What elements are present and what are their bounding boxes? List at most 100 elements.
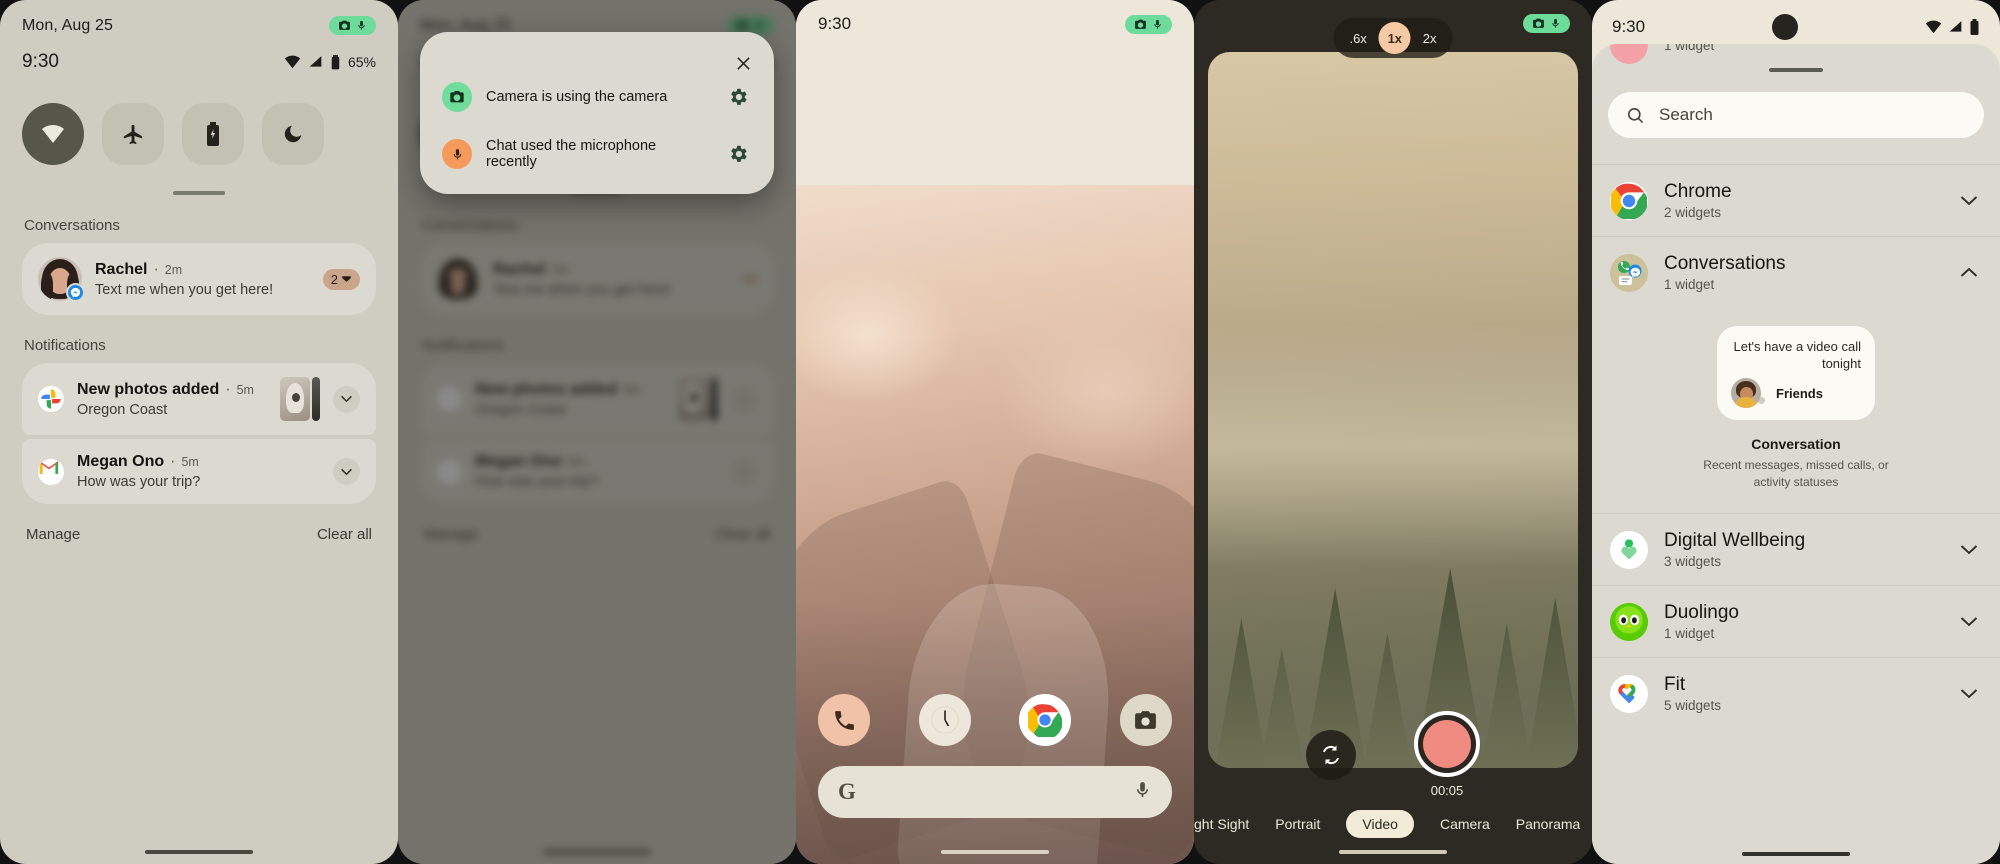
camera-viewfinder[interactable]	[1208, 52, 1578, 768]
camera-icon	[1533, 18, 1544, 28]
conversation-count: 2	[330, 271, 338, 287]
battery-icon	[1970, 19, 1979, 35]
panel-notification-shade: Mon, Aug 25 9:30 65% Conversations Rache…	[0, 0, 398, 864]
mode-camera[interactable]: Camera	[1440, 816, 1490, 832]
flip-camera-button[interactable]	[1306, 729, 1356, 780]
fit-icon	[1610, 674, 1648, 713]
clear-all-button[interactable]: Clear all	[317, 526, 372, 543]
widget-app-name: Chrome	[1664, 181, 1732, 202]
notification-item-megan[interactable]: Megan Ono · 5m How was your trip?	[22, 439, 376, 504]
signal-icon	[309, 56, 322, 67]
dock-item-clock[interactable]	[918, 694, 971, 746]
record-button[interactable]	[1414, 711, 1480, 777]
qs-tile-airplane[interactable]	[102, 103, 164, 165]
navigation-bar[interactable]	[1592, 852, 2000, 856]
zoom-option-06x[interactable]: .6x	[1339, 26, 1376, 51]
microphone-icon[interactable]	[1133, 779, 1152, 806]
navigation-bar[interactable]	[0, 850, 398, 854]
chevron-down-icon	[341, 468, 352, 475]
chevron-down-icon[interactable]	[1956, 188, 1982, 214]
expand-notification-button[interactable]	[333, 385, 360, 413]
chevron-down-icon	[341, 395, 352, 403]
chevron-down-icon[interactable]	[1956, 537, 1982, 563]
close-button[interactable]	[728, 48, 758, 78]
battery-icon	[331, 54, 340, 69]
qs-tile-wifi[interactable]	[22, 103, 84, 165]
manage-button[interactable]: Manage	[26, 526, 80, 543]
google-search-bar[interactable]: G	[818, 766, 1172, 818]
widget-preview-title: Conversation	[1751, 436, 1841, 453]
separator: ·	[153, 260, 159, 278]
widget-preview-description: Recent messages, missed calls, or activi…	[1703, 458, 1889, 490]
widget-app-row-duolingo[interactable]: Duolingo 1 widget	[1592, 585, 2000, 657]
conversation-time: 2m	[164, 262, 183, 277]
navigation-bar[interactable]	[796, 850, 1194, 854]
widget-app-count: 2 widgets	[1664, 205, 1722, 220]
notification-body: Oregon Coast	[77, 401, 168, 418]
partial-top-row[interactable]: 1 widget	[1592, 44, 2000, 78]
search-input[interactable]: Search	[1608, 92, 1984, 138]
conversation-count-pill[interactable]: 2	[322, 268, 360, 290]
wellbeing-icon	[1610, 530, 1648, 569]
privacy-indicator-chip[interactable]	[329, 16, 376, 35]
camera-icon	[442, 82, 472, 112]
sheet-drag-handle[interactable]	[1769, 68, 1823, 72]
status-bar: 9:30	[796, 0, 1194, 34]
shade-drag-handle[interactable]	[173, 191, 225, 195]
dock-item-camera[interactable]	[1119, 694, 1172, 746]
partial-app-count: 1 widget	[1664, 44, 1715, 53]
microphone-icon	[1552, 18, 1559, 28]
privacy-row-camera: Camera is using the camera	[442, 82, 752, 112]
gmail-icon	[38, 458, 64, 485]
separator: ·	[170, 453, 176, 470]
gear-icon[interactable]	[724, 83, 752, 111]
chevron-down-icon[interactable]	[1956, 609, 1982, 635]
privacy-indicator-chip[interactable]	[1523, 14, 1570, 33]
notification-item-photos[interactable]: New photos added · 5m Oregon Coast	[22, 363, 376, 435]
widget-app-name: Duolingo	[1664, 602, 1739, 624]
chrome-icon	[1028, 704, 1063, 737]
widget-app-row-fit[interactable]: Fit 5 widgets	[1592, 657, 2000, 729]
notification-title: New photos added	[77, 380, 220, 398]
zoom-control: .6x 1x 2x	[1333, 18, 1453, 58]
messenger-badge-icon	[66, 283, 85, 302]
dock-item-phone[interactable]	[818, 694, 870, 746]
gear-icon[interactable]	[724, 140, 752, 168]
notification-title: Megan Ono	[77, 453, 165, 470]
chevron-up-icon[interactable]	[1956, 260, 1982, 286]
mode-portrait[interactable]: Portrait	[1275, 816, 1320, 832]
widget-app-row-chrome[interactable]: Chrome 2 widgets	[1592, 164, 2000, 236]
navigation-bar[interactable]	[1194, 850, 1592, 854]
privacy-text: Chat used the microphone recently	[486, 138, 657, 170]
wifi-icon	[42, 124, 64, 143]
mode-night-sight[interactable]: ght Sight	[1194, 816, 1249, 832]
zoom-option-2x[interactable]: 2x	[1413, 26, 1447, 51]
avatar	[38, 257, 85, 302]
conversations-icon	[1610, 253, 1648, 292]
conversation-widget-card[interactable]: Let's have a video call tonight Friends	[1717, 326, 1875, 421]
panel-widget-picker: 9:30 1 widget Search Chrome 2 widgets Co…	[1592, 0, 2000, 864]
zoom-option-1x[interactable]: 1x	[1378, 22, 1411, 54]
chevron-down-icon[interactable]	[1956, 681, 1982, 707]
qs-tile-battery-saver[interactable]	[182, 103, 244, 165]
privacy-indicator-chip[interactable]	[1125, 14, 1172, 34]
conversation-item-rachel[interactable]: Rachel · 2m Text me when you get here! 2	[22, 243, 376, 315]
battery-icon	[207, 122, 219, 146]
qs-tile-dnd[interactable]	[262, 103, 324, 165]
wifi-icon	[1925, 20, 1942, 34]
phone-icon	[834, 710, 854, 730]
privacy-text: Camera is using the camera	[486, 89, 668, 105]
moon-icon	[284, 125, 302, 143]
conversation-body: Text me when you get here!	[95, 281, 274, 298]
widget-app-row-conversations[interactable]: Conversations 1 widget	[1592, 236, 2000, 308]
camera-controls: 00:05	[1194, 711, 1592, 798]
dock-item-chrome[interactable]	[1019, 694, 1072, 746]
mode-video[interactable]: Video	[1346, 810, 1414, 838]
notification-time: 5m	[236, 382, 254, 397]
notification-thumbnail[interactable]	[280, 377, 320, 421]
mode-panorama[interactable]: Panorama	[1516, 816, 1581, 832]
widget-preview-conversation: Let's have a video call tonight Friends …	[1592, 308, 2000, 513]
expand-notification-button[interactable]	[333, 458, 360, 485]
privacy-dialog: Camera is using the camera Chat used the…	[420, 32, 774, 194]
widget-app-row-digital-wellbeing[interactable]: Digital Wellbeing 3 widgets	[1592, 513, 2000, 585]
